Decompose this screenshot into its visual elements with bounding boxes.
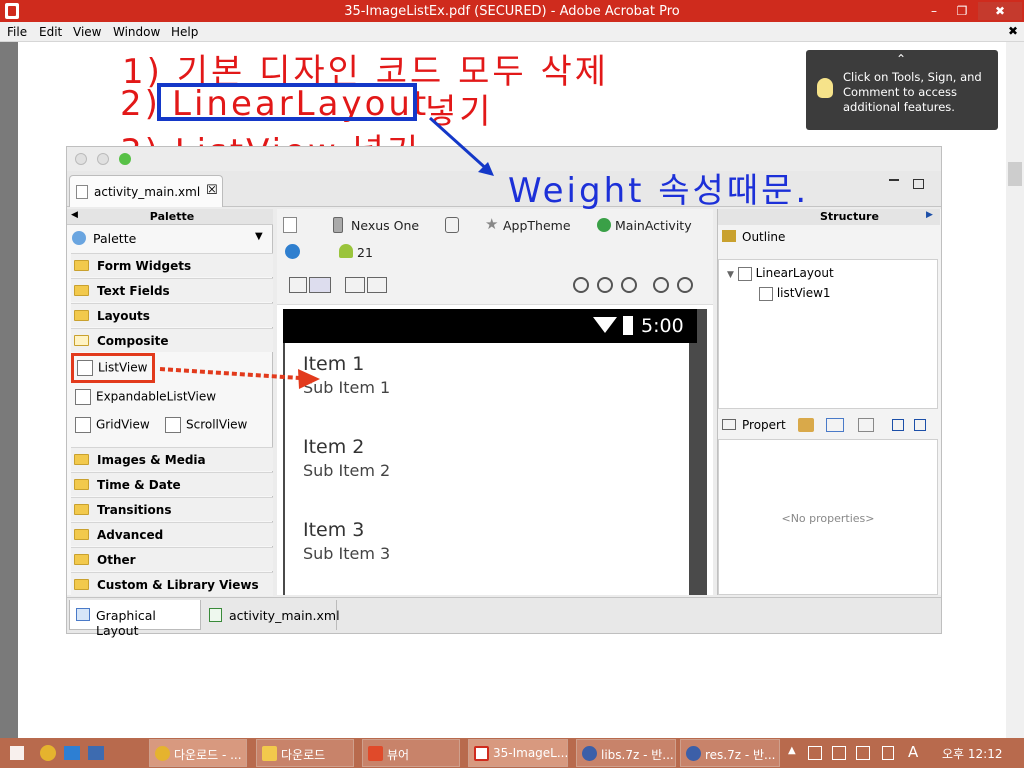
archive-icon — [582, 746, 597, 761]
explorer-pin-icon[interactable] — [88, 746, 104, 760]
task-label: 다운로드 - ... — [174, 748, 242, 762]
task-label: res.7z - 반... — [705, 748, 776, 762]
archive-icon — [686, 746, 701, 761]
ime-indicator[interactable]: A — [908, 743, 918, 761]
task-button[interactable]: 뷰어 — [362, 739, 460, 767]
desktop-icon[interactable] — [64, 746, 80, 760]
start-windows-icon[interactable] — [10, 746, 24, 760]
clock[interactable]: 오후 12:12 — [942, 745, 1002, 762]
task-label: 다운로드 — [281, 748, 326, 762]
network-icon[interactable] — [856, 746, 870, 760]
tray-expand-icon[interactable]: ▲ — [788, 745, 796, 756]
task-label: libs.7z - 반... — [601, 748, 674, 762]
task-label: 뷰어 — [387, 748, 410, 762]
task-button[interactable]: res.7z - 반... — [680, 739, 780, 767]
task-label: 35-ImageL... — [493, 746, 568, 760]
viewer-icon — [368, 746, 383, 761]
annotation-arrows — [159, 116, 494, 389]
task-button[interactable]: 35-ImageL... — [468, 739, 568, 767]
volume-icon[interactable] — [882, 746, 894, 760]
chrome-icon[interactable] — [40, 745, 56, 761]
task-button[interactable]: libs.7z - 반... — [576, 739, 676, 767]
folder-icon — [262, 746, 277, 761]
task-button[interactable]: 다운로드 - ... — [149, 739, 247, 767]
blue-arrow — [428, 116, 494, 176]
red-dashed-arrow — [159, 367, 320, 389]
pdf-icon — [474, 746, 489, 761]
chrome-icon — [155, 746, 170, 761]
power-icon[interactable] — [832, 746, 846, 760]
windows-taskbar: 다운로드 - ... 다운로드 뷰어 35-ImageL... libs.7z … — [0, 738, 1024, 768]
flag-icon[interactable] — [808, 746, 822, 760]
task-button[interactable]: 다운로드 — [256, 739, 354, 767]
